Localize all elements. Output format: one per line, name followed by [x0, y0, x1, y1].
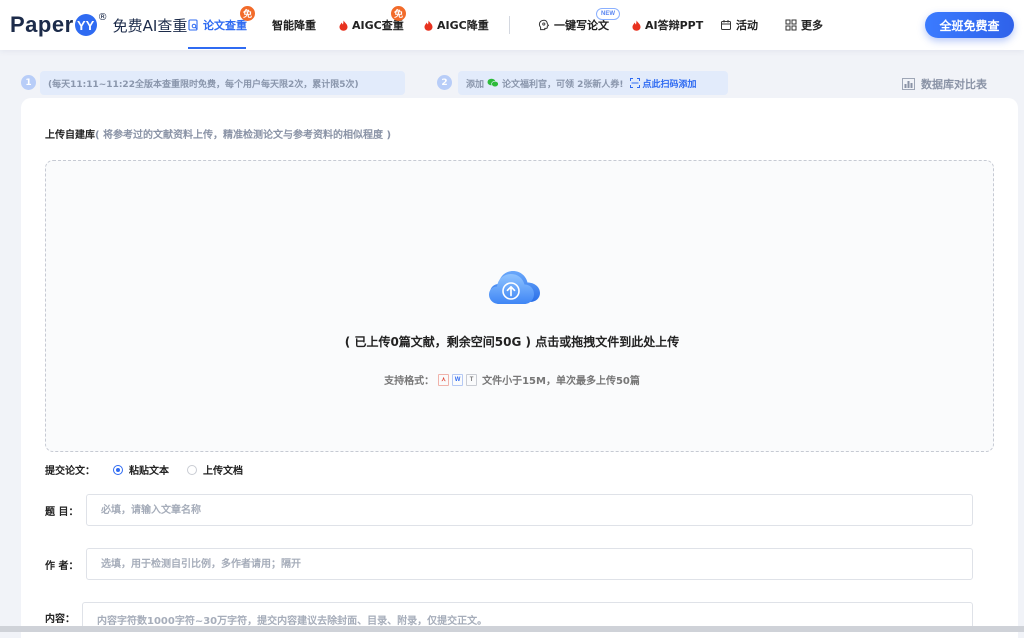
step-number: 1 — [21, 75, 36, 90]
radio-dot — [187, 464, 197, 475]
nav-label: AI答辩PPT — [645, 19, 704, 32]
nav-item-more[interactable]: 更多 — [785, 12, 823, 38]
compare-label: 数据库对比表 — [921, 78, 987, 91]
upload-title: 上传自建库 — [45, 130, 95, 141]
submit-label: 提交论文： — [45, 466, 95, 477]
nav-label: 论文查重 — [203, 19, 247, 32]
nav-item-ai-defense-ppt[interactable]: AI答辩PPT — [632, 12, 703, 38]
cloud-upload-icon — [487, 266, 545, 312]
class-free-check-button[interactable]: 全班免费查 — [925, 12, 1014, 38]
author-label: 作 者： — [45, 561, 79, 572]
radio-paste-text[interactable]: 粘贴文本 — [113, 462, 169, 477]
upload-section-title: 上传自建库( 将参考过的文献资料上传，精准检测论文与参考资料的相似程度 ) — [45, 126, 391, 141]
format-limit-text: 文件小于15M，单次最多上传50篇 — [482, 376, 640, 387]
nav-item-activities[interactable]: 活动 — [720, 12, 758, 38]
flame-icon — [632, 20, 641, 31]
logo-registered: ® — [97, 12, 108, 23]
radio-dot — [113, 464, 123, 475]
calendar-icon — [720, 19, 732, 31]
brand-logo[interactable]: Paper YY ® 免费AI查重 — [10, 10, 187, 40]
upload-instruction: ( 已上传0篇文献，剩余空间50G ) 点击或拖拽文件到此处上传 — [344, 335, 680, 349]
doc-search-icon — [188, 19, 199, 31]
free-badge: 免 — [391, 6, 406, 21]
radio-upload-doc[interactable]: 上传文档 — [187, 462, 243, 477]
logo-word: Paper — [10, 12, 74, 37]
supported-formats: 支持格式： ⋏ W T 文件小于15M，单次最多上传50篇 — [0, 372, 1024, 387]
nav-item-plagiarism-check[interactable]: 论文查重 — [188, 12, 247, 38]
nav-label: 智能降重 — [272, 19, 316, 32]
logo-mark: YY — [74, 14, 97, 36]
new-badge: NEW — [596, 8, 620, 20]
submit-mode-row: 提交论文： 粘贴文本 上传文档 — [45, 462, 243, 477]
notice-prefix: 添加 — [466, 79, 485, 90]
formats-label: 支持格式： — [384, 376, 435, 387]
free-badge: 免 — [240, 6, 255, 21]
txt-icon: T — [466, 373, 478, 386]
nav-label: 更多 — [801, 19, 823, 32]
scan-icon — [629, 78, 640, 88]
grid-icon — [785, 19, 797, 31]
upload-hint: ( 将参考过的文献资料上传，精准检测论文与参考资料的相似程度 ) — [95, 130, 392, 141]
free-period-notice: (每天11:11~11:22全版本查重限时免费，每个用户每天限2次，累计限5次) — [40, 71, 405, 95]
radio-label: 上传文档 — [203, 466, 243, 477]
active-tab-underline — [188, 47, 246, 49]
content-label: 内容： — [45, 614, 75, 625]
title-input[interactable] — [86, 494, 973, 526]
title-label: 题 目： — [45, 507, 79, 518]
nav-divider — [509, 16, 510, 34]
logo-slogan: 免费AI查重 — [112, 16, 188, 35]
coupon-notice: 添加 论文福利官，可领 2张新人券! 点此扫码添加 — [458, 71, 728, 95]
nav-item-aigc-rewrite[interactable]: AIGC降重 — [424, 12, 489, 38]
flame-icon — [339, 20, 348, 31]
nav-label: AIGC降重 — [437, 19, 489, 32]
word-icon: W — [452, 373, 464, 386]
nav-label: 活动 — [736, 19, 758, 32]
notice-text: 论文福利官，可领 2张新人券! — [502, 79, 624, 90]
notice-text: (每天11:11~11:22全版本查重限时免费，每个用户每天限2次，累计限5次) — [48, 79, 359, 90]
pdf-icon: ⋏ — [438, 373, 450, 386]
database-compare-link[interactable]: 数据库对比表 — [902, 76, 987, 92]
flame-icon — [424, 20, 433, 31]
radio-label: 粘贴文本 — [129, 466, 169, 477]
author-input[interactable] — [86, 548, 973, 580]
horizontal-scrollbar[interactable] — [0, 626, 1024, 632]
step-number: 2 — [437, 75, 452, 90]
bar-chart-icon — [902, 78, 915, 90]
nav-item-smart-rewrite[interactable]: 智能降重 — [272, 12, 316, 38]
brain-icon — [538, 19, 550, 31]
top-nav: Paper YY ® 免费AI查重 论文查重 免 智能降重 AIGC查重 免 A… — [0, 0, 1024, 50]
wechat-icon — [487, 78, 499, 88]
scan-add-link[interactable]: 点此扫码添加 — [643, 77, 697, 90]
